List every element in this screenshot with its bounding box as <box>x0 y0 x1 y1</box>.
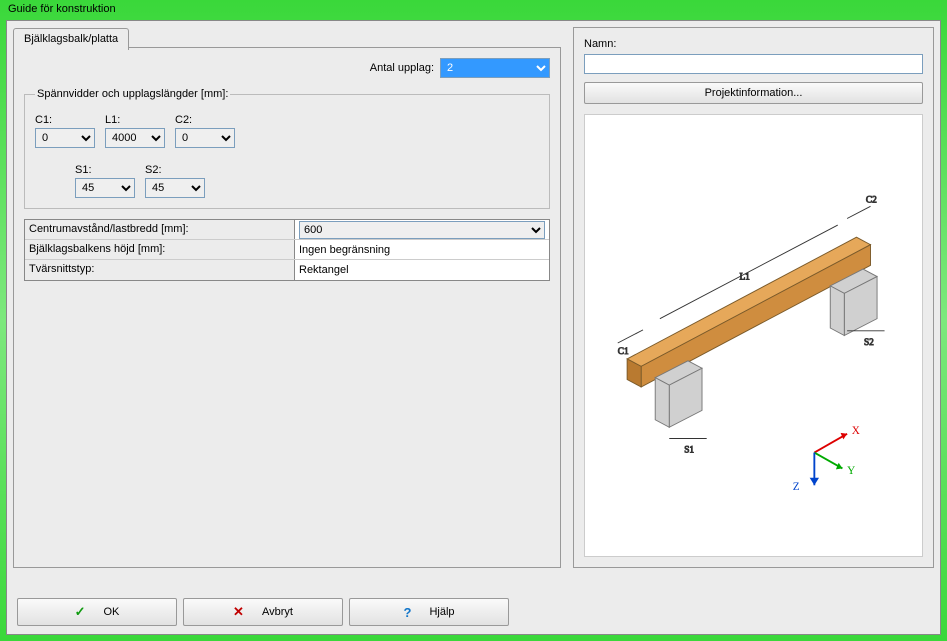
supports-select[interactable]: 2 <box>440 58 550 78</box>
ok-button[interactable]: ✓ OK <box>17 598 177 626</box>
window-body: Bjälklagsbalk/platta Antal upplag: 2 Spä… <box>6 20 941 635</box>
cancel-label: Avbryt <box>262 606 293 618</box>
prop-tvars-label: Tvärsnittstyp: <box>25 260 295 280</box>
s2-label: S2: <box>145 164 205 176</box>
svg-text:S1: S1 <box>684 446 694 456</box>
svg-text:C1: C1 <box>618 347 629 357</box>
ok-label: OK <box>104 606 120 618</box>
prop-tvars-value[interactable]: Rektangel <box>295 260 549 280</box>
s2-select[interactable]: 45 <box>145 178 205 198</box>
supports-label: Antal upplag: <box>370 62 434 74</box>
c2-select[interactable]: 0 <box>175 128 235 148</box>
tab-label: Bjälklagsbalk/platta <box>24 33 118 45</box>
c1-label: C1: <box>35 114 95 126</box>
window-titlebar: Guide för konstruktion <box>0 0 947 20</box>
name-input[interactable] <box>584 54 923 74</box>
properties-table: Centrumavstånd/lastbredd [mm]: 600 Bjälk… <box>24 219 550 281</box>
c2-label: C2: <box>175 114 235 126</box>
cancel-button[interactable]: ✕ Avbryt <box>183 598 343 626</box>
l1-label: L1: <box>105 114 165 126</box>
c1-select[interactable]: 0 <box>35 128 95 148</box>
prop-centrum-select[interactable]: 600 <box>299 221 545 239</box>
close-icon: ✕ <box>233 604 244 620</box>
s1-select[interactable]: 45 <box>75 178 135 198</box>
l1-select[interactable]: 4000 <box>105 128 165 148</box>
spans-group: Spännvidder och upplagslängder [mm]: C1:… <box>24 88 550 209</box>
svg-text:C2: C2 <box>866 196 877 206</box>
prop-centrum-label: Centrumavstånd/lastbredd [mm]: <box>25 220 295 239</box>
check-icon: ✓ <box>75 604 86 620</box>
svg-text:L1: L1 <box>739 272 750 282</box>
beam-diagram: C1 L1 C2 S1 S2 <box>584 114 923 557</box>
name-label: Namn: <box>584 38 923 50</box>
tab-content: Antal upplag: 2 Spännvidder och upplagsl… <box>13 47 561 568</box>
project-info-button[interactable]: Projektinformation... <box>584 82 923 104</box>
svg-text:Z: Z <box>793 481 800 493</box>
window-title: Guide för konstruktion <box>8 3 116 15</box>
spans-legend: Spännvidder och upplagslängder [mm]: <box>35 88 230 100</box>
svg-text:S2: S2 <box>864 338 874 348</box>
prop-hojd-label: Bjälklagsbalkens höjd [mm]: <box>25 240 295 259</box>
tab-bjalklagsbalk[interactable]: Bjälklagsbalk/platta <box>13 28 129 50</box>
svg-text:X: X <box>852 425 860 437</box>
help-label: Hjälp <box>429 606 454 618</box>
help-icon: ? <box>403 605 411 620</box>
prop-hojd-value[interactable]: Ingen begränsning <box>295 240 549 259</box>
project-info-label: Projektinformation... <box>705 87 803 99</box>
help-button[interactable]: ? Hjälp <box>349 598 509 626</box>
svg-text:Y: Y <box>847 465 855 477</box>
s1-label: S1: <box>75 164 135 176</box>
